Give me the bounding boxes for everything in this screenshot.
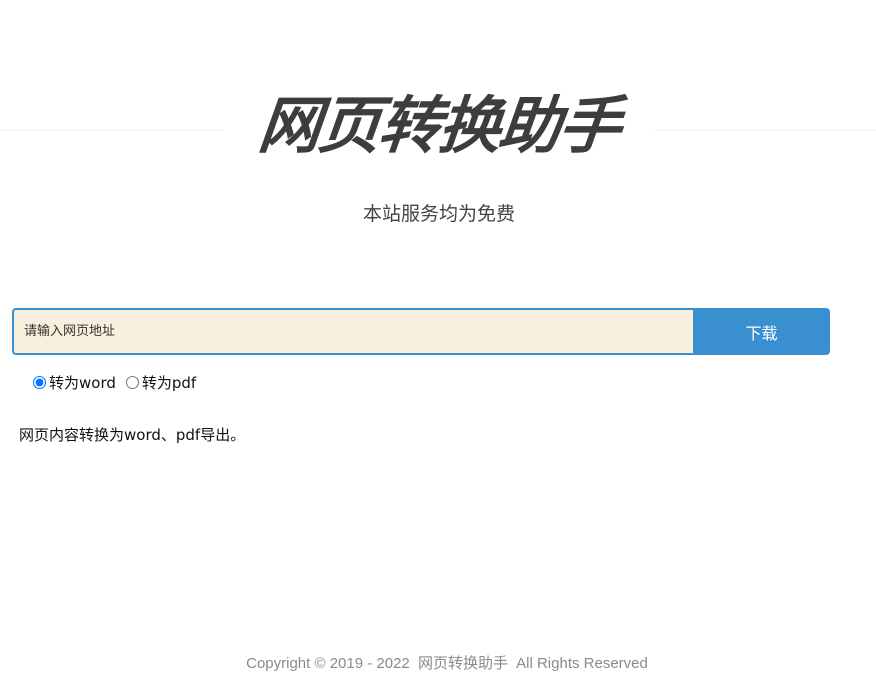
header-divider-right bbox=[654, 130, 876, 131]
page: 网页转换助手 本站服务均为免费 下载 转为word 转为pdf 网页内容转换为w… bbox=[0, 0, 876, 680]
format-options: 转为word 转为pdf bbox=[33, 372, 206, 393]
option-word[interactable]: 转为word bbox=[33, 372, 116, 393]
footer: Copyright © 2019 - 2022 网页转换助手 All Right… bbox=[0, 654, 876, 674]
option-pdf-label: 转为pdf bbox=[141, 374, 197, 392]
footer-rights: All Rights Reserved bbox=[516, 655, 648, 672]
site-subtitle: 本站服务均为免费 bbox=[362, 203, 515, 225]
url-input[interactable] bbox=[12, 308, 693, 355]
footer-site-name: 网页转换助手 bbox=[417, 655, 508, 672]
word-radio[interactable] bbox=[33, 376, 46, 389]
pdf-radio[interactable] bbox=[125, 376, 139, 389]
url-search-bar: 下载 bbox=[12, 308, 830, 355]
option-word-label: 转为word bbox=[49, 374, 116, 392]
footer-copyright: Copyright © 2019 - 2022 bbox=[246, 655, 410, 672]
site-title: 网页转换助手 bbox=[255, 89, 623, 162]
download-button[interactable]: 下载 bbox=[693, 308, 830, 355]
header-divider-left bbox=[0, 130, 224, 131]
description-text: 网页内容转换为word、pdf导出。 bbox=[19, 426, 246, 444]
option-pdf[interactable]: 转为pdf bbox=[125, 372, 197, 393]
